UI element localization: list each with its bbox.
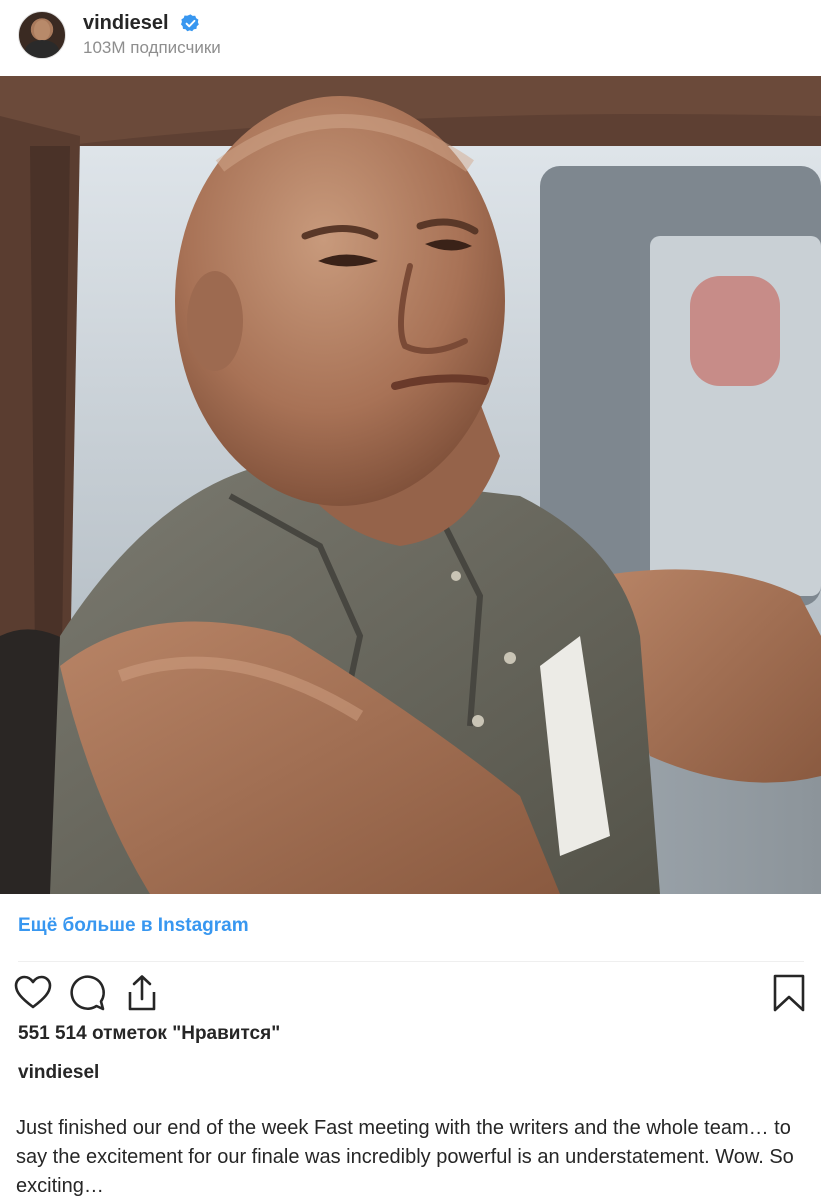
likes-count[interactable]: 551 514 отметок "Нравится": [18, 1023, 280, 1045]
comment-bubble-icon[interactable]: [68, 973, 108, 1013]
post-caption: Just finished our end of the week Fast m…: [16, 1117, 794, 1197]
verified-badge-icon: [180, 14, 199, 32]
divider: [18, 961, 804, 962]
caption-author[interactable]: vindiesel: [18, 1062, 99, 1084]
followers-count: 103M подписчики: [83, 38, 221, 57]
avatar-body: [25, 40, 59, 58]
avatar-face: [34, 20, 50, 40]
share-upload-icon[interactable]: [122, 973, 162, 1013]
post-header: vindiesel 103M подписчики: [0, 0, 821, 76]
username[interactable]: vindiesel: [83, 12, 169, 35]
photo-illustration: [0, 76, 821, 894]
more-on-instagram-link[interactable]: Ещё больше в Instagram: [18, 915, 249, 937]
avatar[interactable]: [18, 11, 66, 59]
post-photo[interactable]: [0, 76, 821, 894]
heart-icon[interactable]: [13, 973, 53, 1013]
bookmark-icon[interactable]: [769, 973, 809, 1013]
